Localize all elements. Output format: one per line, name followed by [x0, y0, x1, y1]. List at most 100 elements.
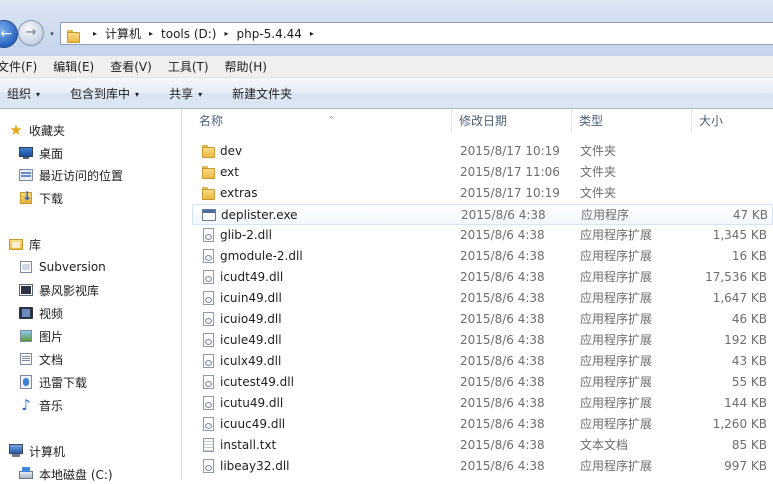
file-type: 应用程序: [581, 208, 630, 222]
file-name: icutu49.dll: [220, 396, 284, 410]
file-modified-date: 2015/8/17 10:19: [460, 144, 560, 158]
nav-item-videos[interactable]: 视频: [18, 303, 63, 323]
folder-icon: [65, 28, 81, 43]
txt-icon: [200, 437, 216, 453]
nav-item-local-disk-c[interactable]: 本地磁盘 (C:): [18, 464, 113, 484]
dll-icon: [200, 395, 216, 411]
column-header-name[interactable]: 名称 ^: [192, 109, 452, 134]
breadcrumb-drive[interactable]: tools (D:): [161, 27, 216, 41]
menu-view[interactable]: 查看(V): [110, 58, 168, 75]
file-modified-date: 2015/8/17 11:06: [460, 165, 560, 179]
file-size: 17,536 KB: [705, 270, 767, 284]
table-row[interactable]: iculx49.dll 2015/8/6 4:38 应用程序扩展 43 KB: [192, 351, 773, 372]
nav-item-subversion[interactable]: Subversion: [18, 257, 106, 277]
nav-item-label: 桌面: [39, 146, 64, 161]
file-size: 85 KB: [731, 438, 767, 452]
file-name: icuin49.dll: [220, 291, 282, 305]
dll-icon: [200, 227, 216, 243]
breadcrumb-separator-icon[interactable]: ▸: [85, 29, 105, 38]
table-row[interactable]: gmodule-2.dll 2015/8/6 4:38 应用程序扩展 16 KB: [192, 246, 773, 267]
file-size: 16 KB: [731, 249, 767, 263]
file-modified-date: 2015/8/6 4:38: [460, 438, 545, 452]
organize-button[interactable]: 组织 ▾: [3, 85, 44, 102]
dll-icon: [200, 458, 216, 474]
address-bar-area: ← → ▾ ▸ 计算机 ▸ tools (D:) ▸ php-5.4.44 ▸: [0, 0, 773, 56]
menu-edit[interactable]: 编辑(E): [53, 58, 110, 75]
column-header-type[interactable]: 类型: [572, 109, 692, 134]
film-icon: [18, 305, 34, 321]
menu-bar: 文件(F) 编辑(E) 查看(V) 工具(T) 帮助(H): [0, 56, 773, 78]
nav-item-storm-video[interactable]: 暴风影视库: [18, 280, 99, 300]
table-row[interactable]: libeay32.dll 2015/8/6 4:38 应用程序扩展 997 KB: [192, 456, 773, 477]
table-row[interactable]: deplister.exe 2015/8/6 4:38 应用程序 47 KB: [192, 204, 773, 225]
table-row[interactable]: icule49.dll 2015/8/6 4:38 应用程序扩展 192 KB: [192, 330, 773, 351]
nav-item-xunlei-downloads[interactable]: 迅雷下载: [18, 372, 87, 392]
file-size: 997 KB: [724, 459, 767, 473]
nav-item-music[interactable]: ♪ 音乐: [18, 395, 63, 415]
table-row[interactable]: icudt49.dll 2015/8/6 4:38 应用程序扩展 17,536 KB: [192, 267, 773, 288]
breadcrumb-separator-icon[interactable]: ▸: [302, 29, 322, 38]
table-row[interactable]: dev 2015/8/17 10:19 文件夹: [192, 141, 773, 162]
breadcrumb-separator-icon[interactable]: ▸: [216, 29, 236, 38]
file-size: 1,647 KB: [712, 291, 767, 305]
chevron-down-icon: ▾: [135, 89, 140, 99]
back-button[interactable]: ←: [0, 20, 18, 48]
breadcrumb-separator-icon[interactable]: ▸: [141, 29, 161, 38]
music-note-icon: ♪: [21, 396, 31, 414]
include-in-library-button[interactable]: 包含到库中 ▾: [66, 85, 143, 102]
menu-tools[interactable]: 工具(T): [168, 58, 225, 75]
nav-item-desktop[interactable]: 桌面: [18, 143, 63, 163]
file-name: icuuc49.dll: [220, 417, 286, 431]
nav-item-recent-places[interactable]: 最近访问的位置: [18, 165, 123, 185]
nav-computer-label: 计算机: [29, 444, 66, 459]
arrow-right-icon: →: [25, 25, 37, 40]
breadcrumb-computer[interactable]: 计算机: [105, 25, 141, 42]
nav-item-downloads[interactable]: 下载: [18, 188, 63, 208]
table-row[interactable]: icutest49.dll 2015/8/6 4:38 应用程序扩展 55 KB: [192, 372, 773, 393]
recent-pages-dropdown[interactable]: ▾: [47, 29, 57, 39]
table-row[interactable]: extras 2015/8/17 10:19 文件夹: [192, 183, 773, 204]
share-button[interactable]: 共享 ▾: [165, 85, 206, 102]
breadcrumb-folder[interactable]: php-5.4.44: [237, 27, 302, 41]
file-modified-date: 2015/8/6 4:38: [460, 375, 545, 389]
file-name: extras: [220, 186, 258, 200]
nav-favorites[interactable]: ★ 收藏夹: [8, 120, 65, 140]
table-row[interactable]: icuuc49.dll 2015/8/6 4:38 应用程序扩展 1,260 KB: [192, 414, 773, 435]
nav-item-label: 音乐: [39, 398, 64, 413]
table-row[interactable]: ext 2015/8/17 11:06 文件夹: [192, 162, 773, 183]
column-header-modified[interactable]: 修改日期: [452, 109, 572, 134]
folder-icon: [200, 143, 216, 159]
computer-icon: [8, 443, 24, 459]
file-modified-date: 2015/8/6 4:38: [460, 249, 545, 263]
address-field[interactable]: ▸ 计算机 ▸ tools (D:) ▸ php-5.4.44 ▸: [60, 22, 773, 45]
menu-file[interactable]: 文件(F): [0, 58, 53, 75]
nav-computer[interactable]: 计算机: [8, 441, 65, 461]
new-folder-button[interactable]: 新建文件夹: [228, 85, 296, 102]
picture-icon: [18, 328, 34, 344]
nav-item-label: Subversion: [39, 260, 106, 274]
nav-item-pictures[interactable]: 图片: [18, 326, 63, 346]
nav-item-documents[interactable]: 文档: [18, 349, 63, 369]
menu-help[interactable]: 帮助(H): [225, 58, 274, 75]
file-type: 文件夹: [580, 144, 617, 158]
desktop-icon: [18, 145, 34, 161]
dll-icon: [200, 332, 216, 348]
nav-item-label: 下载: [39, 191, 64, 206]
table-row[interactable]: icuin49.dll 2015/8/6 4:38 应用程序扩展 1,647 KB: [192, 288, 773, 309]
file-name: icule49.dll: [220, 333, 282, 347]
forward-button[interactable]: →: [18, 20, 44, 46]
dll-icon: [200, 353, 216, 369]
dll-icon: [200, 269, 216, 285]
column-header-size[interactable]: 大小: [692, 109, 773, 134]
nav-libraries[interactable]: 库: [8, 234, 41, 254]
chevron-down-icon: ▾: [36, 89, 41, 99]
file-modified-date: 2015/8/6 4:38: [460, 333, 545, 347]
table-row[interactable]: icutu49.dll 2015/8/6 4:38 应用程序扩展 144 KB: [192, 393, 773, 414]
table-row[interactable]: install.txt 2015/8/6 4:38 文本文档 85 KB: [192, 435, 773, 456]
table-row[interactable]: icuio49.dll 2015/8/6 4:38 应用程序扩展 46 KB: [192, 309, 773, 330]
file-modified-date: 2015/8/6 4:38: [460, 417, 545, 431]
video-library-icon: [18, 282, 34, 298]
file-size: 1,260 KB: [712, 417, 767, 431]
table-row[interactable]: glib-2.dll 2015/8/6 4:38 应用程序扩展 1,345 KB: [192, 225, 773, 246]
file-name: icuio49.dll: [220, 312, 282, 326]
